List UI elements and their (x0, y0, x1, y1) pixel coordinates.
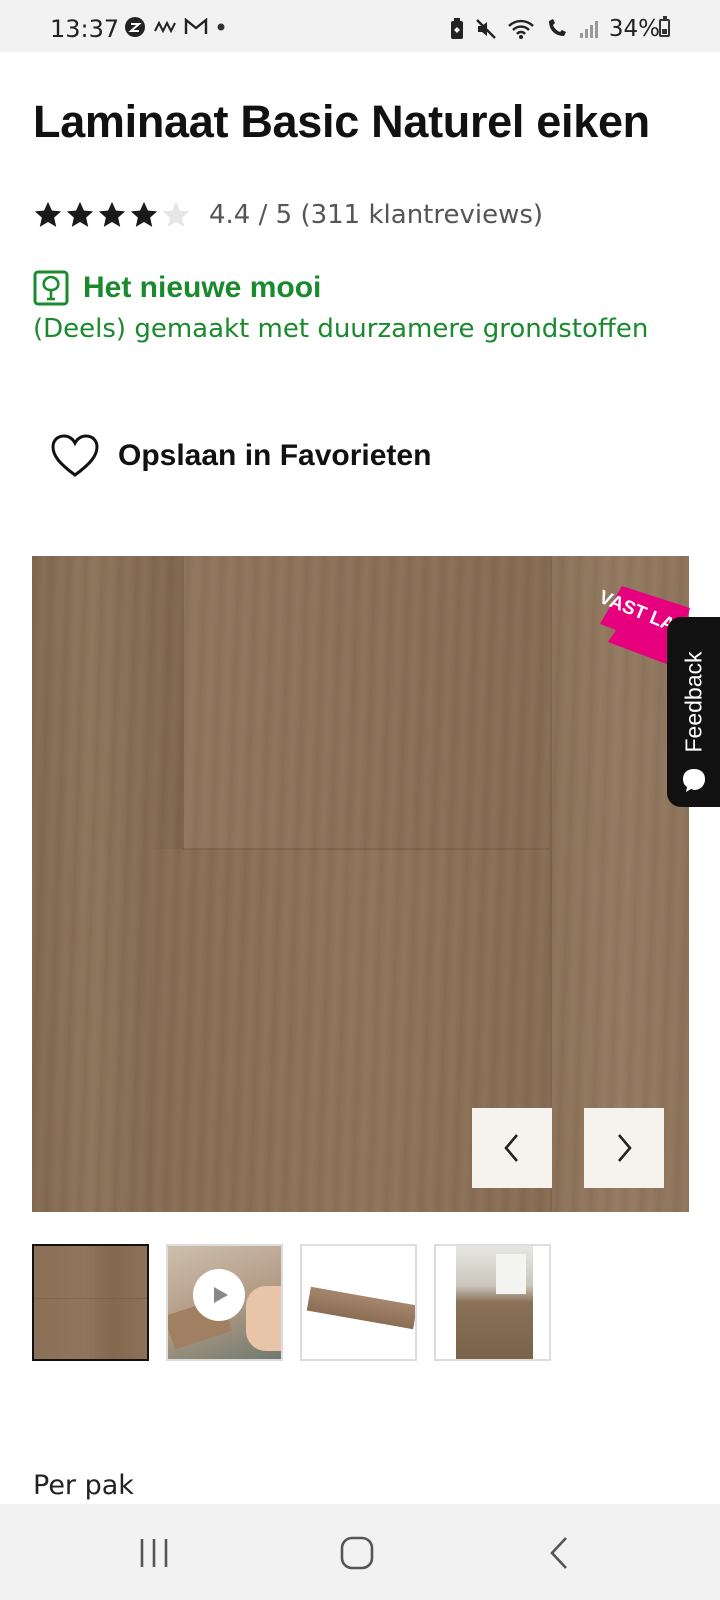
sustainability-label: Het nieuwe mooi (Deels) gemaakt met duur… (33, 270, 648, 344)
battery-percentage: 34% (608, 16, 660, 42)
status-time: 13:37 (50, 15, 120, 43)
previous-image-button[interactable] (472, 1108, 552, 1188)
gmail-icon (184, 18, 208, 34)
sync-icon (125, 17, 145, 37)
star-filled-icon (130, 201, 158, 227)
price-per-pack-label: Per pak (33, 1470, 134, 1501)
product-rating[interactable]: 4.4 / 5 (311 klantreviews) (33, 200, 543, 230)
rating-text: 4.4 / 5 (311 klantreviews) (209, 200, 544, 230)
heart-icon (51, 434, 99, 477)
system-navigation-bar (0, 1504, 720, 1600)
signal-icon (579, 21, 598, 38)
product-title: Laminaat Basic Naturel eiken (33, 96, 650, 147)
wifi-calling-icon (548, 19, 566, 36)
star-filled-icon (34, 201, 62, 227)
back-icon[interactable] (548, 1536, 570, 1570)
chevron-right-icon (618, 1134, 632, 1162)
home-icon[interactable] (340, 1536, 374, 1570)
rating-stars (33, 200, 191, 230)
speech-bubble-icon (683, 769, 705, 792)
feedback-tab[interactable]: Feedback (667, 617, 720, 807)
feedback-label: Feedback (680, 651, 707, 753)
thumbnail-laminate-closeup[interactable] (32, 1244, 149, 1361)
status-bar: 13:37 34% (0, 0, 720, 52)
save-to-favorites-button[interactable]: Opslaan in Favorieten (50, 434, 431, 478)
chevron-left-icon (504, 1134, 518, 1162)
recent-apps-icon[interactable] (138, 1538, 170, 1568)
status-notification-icons (124, 16, 226, 38)
battery-saver-icon (450, 18, 463, 39)
wifi-icon (508, 19, 534, 39)
sustainability-subtitle: (Deels) gemaakt met duurzamere grondstof… (33, 314, 649, 344)
battery-icon (659, 16, 670, 37)
star-filled-icon (98, 201, 126, 227)
mute-icon (476, 19, 496, 39)
star-empty-icon (162, 201, 190, 227)
status-system-icons: 34% (449, 16, 660, 42)
next-image-button[interactable] (584, 1108, 664, 1188)
more-notifications-dot-icon (217, 23, 225, 31)
play-icon (193, 1269, 245, 1321)
save-to-favorites-label: Opslaan in Favorieten (118, 439, 432, 472)
sustainability-title: Het nieuwe mooi (83, 271, 322, 304)
thumbnail-room-interior[interactable] (434, 1244, 551, 1361)
thumbnail-single-plank[interactable] (300, 1244, 417, 1361)
thumbnail-installation-video[interactable] (166, 1244, 283, 1361)
star-filled-icon (66, 201, 94, 227)
sustainable-tree-icon (33, 270, 69, 306)
app-notification-icon (154, 20, 176, 34)
